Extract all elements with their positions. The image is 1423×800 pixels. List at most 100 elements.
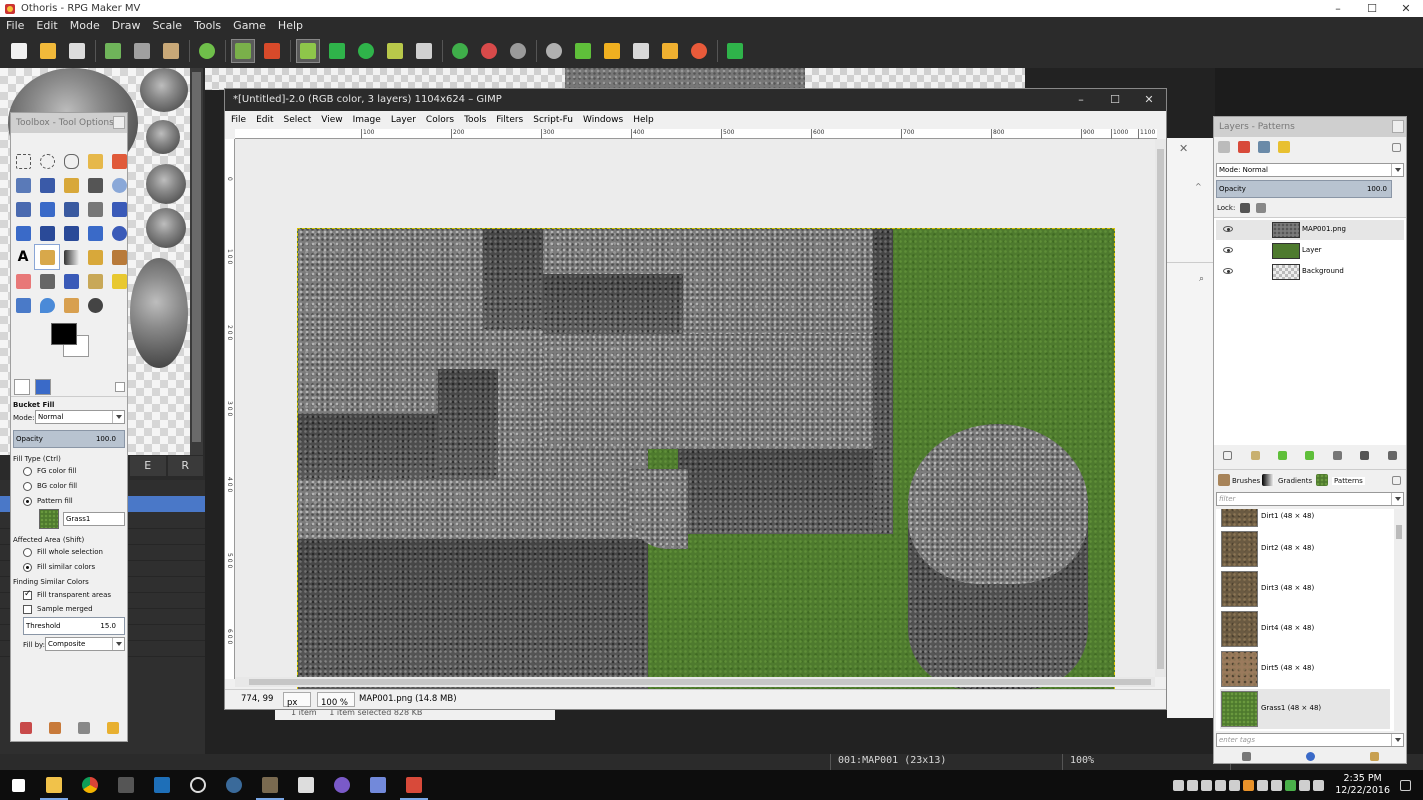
flood-fill-button[interactable] (384, 40, 406, 62)
shadow-pen-button[interactable] (413, 40, 435, 62)
cut-button[interactable] (102, 40, 124, 62)
tab-gradients[interactable]: Gradients (1278, 477, 1312, 485)
taskbar-app[interactable] (144, 770, 180, 800)
channels-tab-icon[interactable] (1238, 141, 1250, 153)
notification-icon[interactable] (1400, 779, 1411, 791)
gimp-menu-layer[interactable]: Layer (391, 115, 416, 125)
tray-icon[interactable] (1243, 779, 1255, 791)
taskbar-file-explorer[interactable] (36, 770, 72, 800)
configure-tab-icon[interactable] (115, 382, 125, 392)
visibility-eye-icon[interactable] (1223, 247, 1233, 253)
taskbar-discord[interactable] (360, 770, 396, 800)
fill-whole-selection-radio[interactable] (23, 548, 32, 557)
gimp-menu-image[interactable]: Image (353, 115, 381, 125)
pattern-list-scrollbar[interactable] (1394, 509, 1404, 731)
select-by-color-tool[interactable] (107, 149, 131, 173)
maximize-icon[interactable]: ☐ (1355, 0, 1389, 17)
zoom-out-button[interactable] (478, 40, 500, 62)
fill-transparent-checkbox[interactable] (23, 589, 32, 600)
foreground-select-tool[interactable] (35, 173, 59, 197)
save-project-button[interactable] (66, 40, 88, 62)
mode-select[interactable]: Normal (35, 410, 125, 424)
new-group-icon[interactable] (1250, 450, 1260, 460)
zoom-tool[interactable] (107, 173, 131, 197)
flip-tool[interactable] (83, 221, 107, 245)
event-searcher-button[interactable] (630, 40, 652, 62)
lock-alpha-icon[interactable] (1256, 203, 1266, 213)
paths-tool[interactable] (59, 173, 83, 197)
pencil-tool[interactable] (83, 245, 107, 269)
visibility-eye-icon[interactable] (1223, 226, 1233, 232)
rectangle-button[interactable] (326, 40, 348, 62)
taskbar-chrome[interactable] (72, 770, 108, 800)
close-icon[interactable]: ✕ (1389, 0, 1423, 17)
heal-tool[interactable] (107, 269, 131, 293)
tab-patterns[interactable]: Patterns (1332, 477, 1365, 485)
restore-options-icon[interactable] (48, 722, 61, 734)
delete-layer-icon[interactable] (1387, 450, 1397, 460)
pattern-fill-radio[interactable] (23, 497, 32, 506)
blur-tool[interactable] (35, 293, 59, 317)
fill-by-select[interactable]: Composite (45, 637, 125, 651)
shear-tool[interactable] (35, 221, 59, 245)
rect-select-tool[interactable] (11, 149, 35, 173)
eraser-tool[interactable] (11, 269, 35, 293)
discord-tray-icon[interactable] (1173, 779, 1185, 791)
maximize-icon[interactable]: ☐ (1098, 89, 1132, 111)
pattern-item[interactable]: Dirt2 (48 × 48) (1220, 529, 1390, 569)
configure-tab-icon[interactable] (1392, 476, 1401, 485)
paintbrush-tool[interactable] (107, 245, 131, 269)
pattern-item[interactable]: Dirt3 (48 × 48) (1220, 569, 1390, 609)
color-picker-tool[interactable] (83, 173, 107, 197)
bg-fill-radio[interactable] (23, 482, 32, 491)
threshold-slider[interactable]: Threshold 15.0 (23, 617, 125, 635)
airbrush-tool[interactable] (35, 269, 59, 293)
tray-icon[interactable] (1285, 779, 1297, 791)
gimp-menu-view[interactable]: View (321, 115, 342, 125)
tileset-tab-e[interactable]: E (130, 456, 166, 476)
duplicate-layer-icon[interactable] (1332, 450, 1342, 460)
clone-tool[interactable] (83, 269, 107, 293)
pattern-name-field[interactable]: Grass1 (63, 512, 125, 526)
ellipse-select-tool[interactable] (35, 149, 59, 173)
measure-tool[interactable] (11, 197, 35, 221)
gimp-menu-help[interactable]: Help (633, 115, 654, 125)
lock-pixels-icon[interactable] (1240, 203, 1250, 213)
gimp-menu-select[interactable]: Select (284, 115, 312, 125)
lower-layer-icon[interactable] (1305, 450, 1315, 460)
tray-icon[interactable] (1201, 779, 1213, 791)
device-status-tab[interactable] (14, 379, 30, 395)
gimp-menu-tools[interactable]: Tools (464, 115, 486, 125)
anchor-icon[interactable] (1360, 450, 1370, 460)
gimp-menu-windows[interactable]: Windows (583, 115, 623, 125)
delete-options-icon[interactable] (77, 722, 90, 734)
map-mode-button[interactable] (231, 39, 255, 63)
paste-button[interactable] (160, 40, 182, 62)
pattern-item[interactable]: Dirt1 (48 × 48) (1220, 509, 1390, 529)
layer-row[interactable]: MAP001.png (1216, 220, 1404, 240)
scissors-select-tool[interactable] (11, 173, 35, 197)
actual-size-button[interactable] (507, 40, 529, 62)
paths-tab-icon[interactable] (1258, 141, 1270, 153)
tray-icon[interactable] (1229, 779, 1241, 791)
configure-tab-icon[interactable] (1392, 143, 1401, 152)
gimp-menu-script-fu[interactable]: Script-Fu (533, 115, 573, 125)
gimp-canvas[interactable] (235, 139, 1155, 690)
tool-options-tab[interactable] (35, 379, 51, 395)
bucket-fill-tool[interactable] (34, 244, 60, 270)
taskbar-gimp[interactable] (252, 770, 288, 800)
text-tool[interactable]: A (11, 245, 35, 269)
open-folder-icon[interactable] (1369, 751, 1379, 761)
close-icon[interactable] (113, 116, 125, 129)
opacity-slider[interactable]: Opacity 100.0 (13, 430, 125, 448)
tray-icon[interactable] (1187, 779, 1199, 791)
crop-tool[interactable] (83, 197, 107, 221)
wifi-icon[interactable] (1299, 779, 1311, 791)
cage-tool[interactable] (107, 221, 131, 245)
gimp-menu-edit[interactable]: Edit (256, 115, 273, 125)
menu-game[interactable]: Game (233, 19, 266, 32)
zoom-selector[interactable]: 100 % (317, 692, 355, 708)
gimp-vertical-scrollbar[interactable] (1155, 139, 1166, 677)
playtest-button[interactable] (724, 40, 746, 62)
blend-tool[interactable] (59, 245, 83, 269)
